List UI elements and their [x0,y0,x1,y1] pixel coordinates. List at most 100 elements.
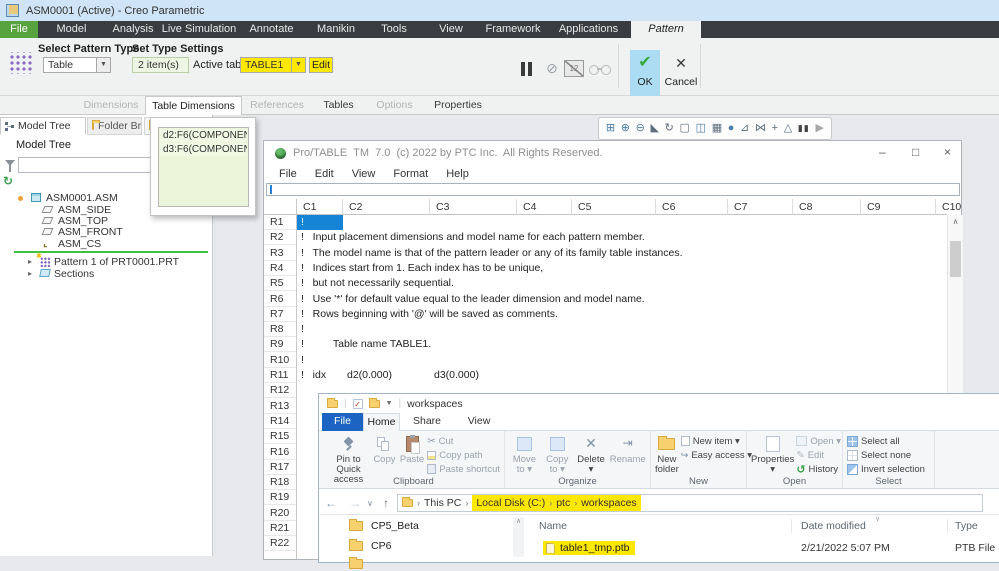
cancel-button[interactable]: ✕ Cancel [663,50,699,96]
maximize-icon[interactable]: □ [912,145,919,159]
list-column-date-modified[interactable]: Date modified [801,520,866,532]
protable-menu-format[interactable]: Format [384,167,437,182]
explorer-tab-share[interactable]: Share [406,413,448,431]
properties-button[interactable]: Properties▾ [751,433,794,475]
row-header-r1[interactable]: R1 [264,215,296,230]
menu-tab-file[interactable]: File [0,21,38,38]
menu-tab-applications[interactable]: Applications [546,21,631,38]
close-icon[interactable]: × [944,145,951,159]
cell-text[interactable]: ! [301,353,304,368]
menu-tab-annotate[interactable]: Annotate [237,21,306,38]
properties-quick-icon[interactable]: ✓ [353,399,363,409]
new-folder-button[interactable]: Newfolder [655,433,679,475]
menu-tab-tools[interactable]: Tools [366,21,422,38]
column-header-c2[interactable]: C2 [343,199,430,215]
menu-tab-pattern[interactable]: Pattern [631,21,701,38]
zoom-window-icon[interactable]: ⊞ [606,123,615,134]
history-button[interactable]: History [796,463,841,475]
recent-locations-icon[interactable]: ∨ [367,499,373,508]
column-header-c1[interactable]: C1 [297,199,343,215]
tree-scrollbar[interactable]: ∧ [513,517,524,557]
cell-text[interactable]: ! Rows beginning with '@' will be saved … [301,307,558,322]
protable-menu-help[interactable]: Help [437,167,478,182]
list-column-name[interactable]: Name [539,520,567,532]
zoom-in-icon[interactable]: ⊕ [621,123,630,134]
subtab-dimensions[interactable]: Dimensions [77,96,145,115]
menu-tab-analysis[interactable]: Analysis [105,21,161,38]
refit-icon[interactable]: ◣ [651,123,659,134]
expand-arrow-icon[interactable]: ▸ [28,269,32,278]
row-header-r20[interactable]: R20 [264,506,296,521]
copy-to-button[interactable]: Copyto ▾ [542,433,573,475]
up-icon[interactable]: ↑ [383,496,389,510]
cell-text[interactable]: ! Indices start from 1. Each index has t… [301,261,543,276]
menu-tab-view[interactable]: View [422,21,480,38]
row-header-r19[interactable]: R19 [264,490,296,505]
menu-tab-model[interactable]: Model [38,21,105,38]
subtab-tables[interactable]: Tables [312,96,365,115]
play-icon[interactable]: ▶ [815,123,823,134]
selected-cell[interactable]: ! [297,215,343,230]
chevron-down-icon[interactable]: ▼ [386,400,393,407]
row-header-r5[interactable]: R5 [264,276,296,291]
explorer-tab-home[interactable]: Home [363,413,400,431]
row-header-r6[interactable]: R6 [264,292,296,307]
invert-selection-button[interactable]: Invert selection [847,463,925,475]
cell-text[interactable]: ! but not necessarily sequential. [301,276,454,291]
row-header-r11[interactable]: R11 [264,368,296,383]
crumb-ptc[interactable]: ptc [556,497,570,509]
row-header-r13[interactable]: R13 [264,399,296,414]
explorer-tab-view[interactable]: View [458,413,500,431]
folder-item-cp6[interactable]: CP6 [349,538,391,553]
pause-icon[interactable]: ▮▮ [798,124,810,133]
row-header-r12[interactable]: R12 [264,383,296,398]
row-header-r22[interactable]: R22 [264,536,296,551]
cell-text[interactable]: ! idx [301,368,326,383]
copy-button[interactable]: Copy [372,433,397,465]
ok-button[interactable]: ✔ OK [630,50,660,96]
column-header-c9[interactable]: C9 [861,199,936,215]
cut-button[interactable]: Cut [427,435,500,447]
column-header-c8[interactable]: C8 [793,199,861,215]
column-header-c6[interactable]: C6 [656,199,728,215]
row-header-r4[interactable]: R4 [264,261,296,276]
tree-item-asm-front[interactable]: ASM_FRONT [0,226,210,238]
column-header-c3[interactable]: C3 [430,199,517,215]
protable-menu-view[interactable]: View [343,167,385,182]
row-header-r2[interactable]: R2 [264,230,296,245]
subtab-properties[interactable]: Properties [424,96,492,115]
row-header-r7[interactable]: R7 [264,307,296,322]
tab-model-tree[interactable]: Model Tree [0,117,86,135]
minimize-icon[interactable]: – [879,145,886,159]
cell-text[interactable]: ! The model name is that of the pattern … [301,246,683,261]
menu-tab-framework[interactable]: Framework [480,21,546,38]
row-header-r3[interactable]: R3 [264,246,296,261]
cell-text[interactable]: ! [301,322,304,337]
tree-item-sections[interactable]: ▸Sections [0,268,210,280]
dimension-item[interactable]: d3:F6(COMPONEN [160,143,247,156]
row-header-r15[interactable]: R15 [264,429,296,444]
expand-arrow-icon[interactable]: ▸ [28,257,32,266]
active-table-dropdown[interactable]: TABLE1 ▼ [240,57,306,73]
appearance-icon[interactable]: ● [728,123,735,134]
paste-shortcut-button[interactable]: Paste shortcut [427,463,500,475]
new-item-button[interactable]: New item ▾ [681,435,752,447]
easy-access-button[interactable]: Easy access ▾ [681,449,752,461]
list-column-type[interactable]: Type [955,520,978,532]
cell-text[interactable]: d3(0.000) [434,368,479,383]
folder-item-cp5-beta[interactable]: CP5_Beta [349,518,419,533]
crumb-workspaces[interactable]: workspaces [581,497,636,509]
display-style-icon[interactable]: ▢ [680,123,690,134]
dimension-toggle-icon[interactable]: 12 [564,60,584,77]
view-manager-icon[interactable]: ▦ [712,123,722,134]
pause-icon[interactable] [528,62,532,76]
menu-tab-manikin[interactable]: Manikin [306,21,366,38]
row-header-r21[interactable]: R21 [264,521,296,536]
new-folder-quick-icon[interactable] [369,400,380,408]
row-header-r18[interactable]: R18 [264,475,296,490]
refresh-icon[interactable]: ↻ [3,174,13,188]
column-header-c5[interactable]: C5 [572,199,656,215]
row-header-r10[interactable]: R10 [264,353,296,368]
select-all-button[interactable]: Select all [847,435,925,447]
delete-button[interactable]: Delete▾ [575,433,608,475]
